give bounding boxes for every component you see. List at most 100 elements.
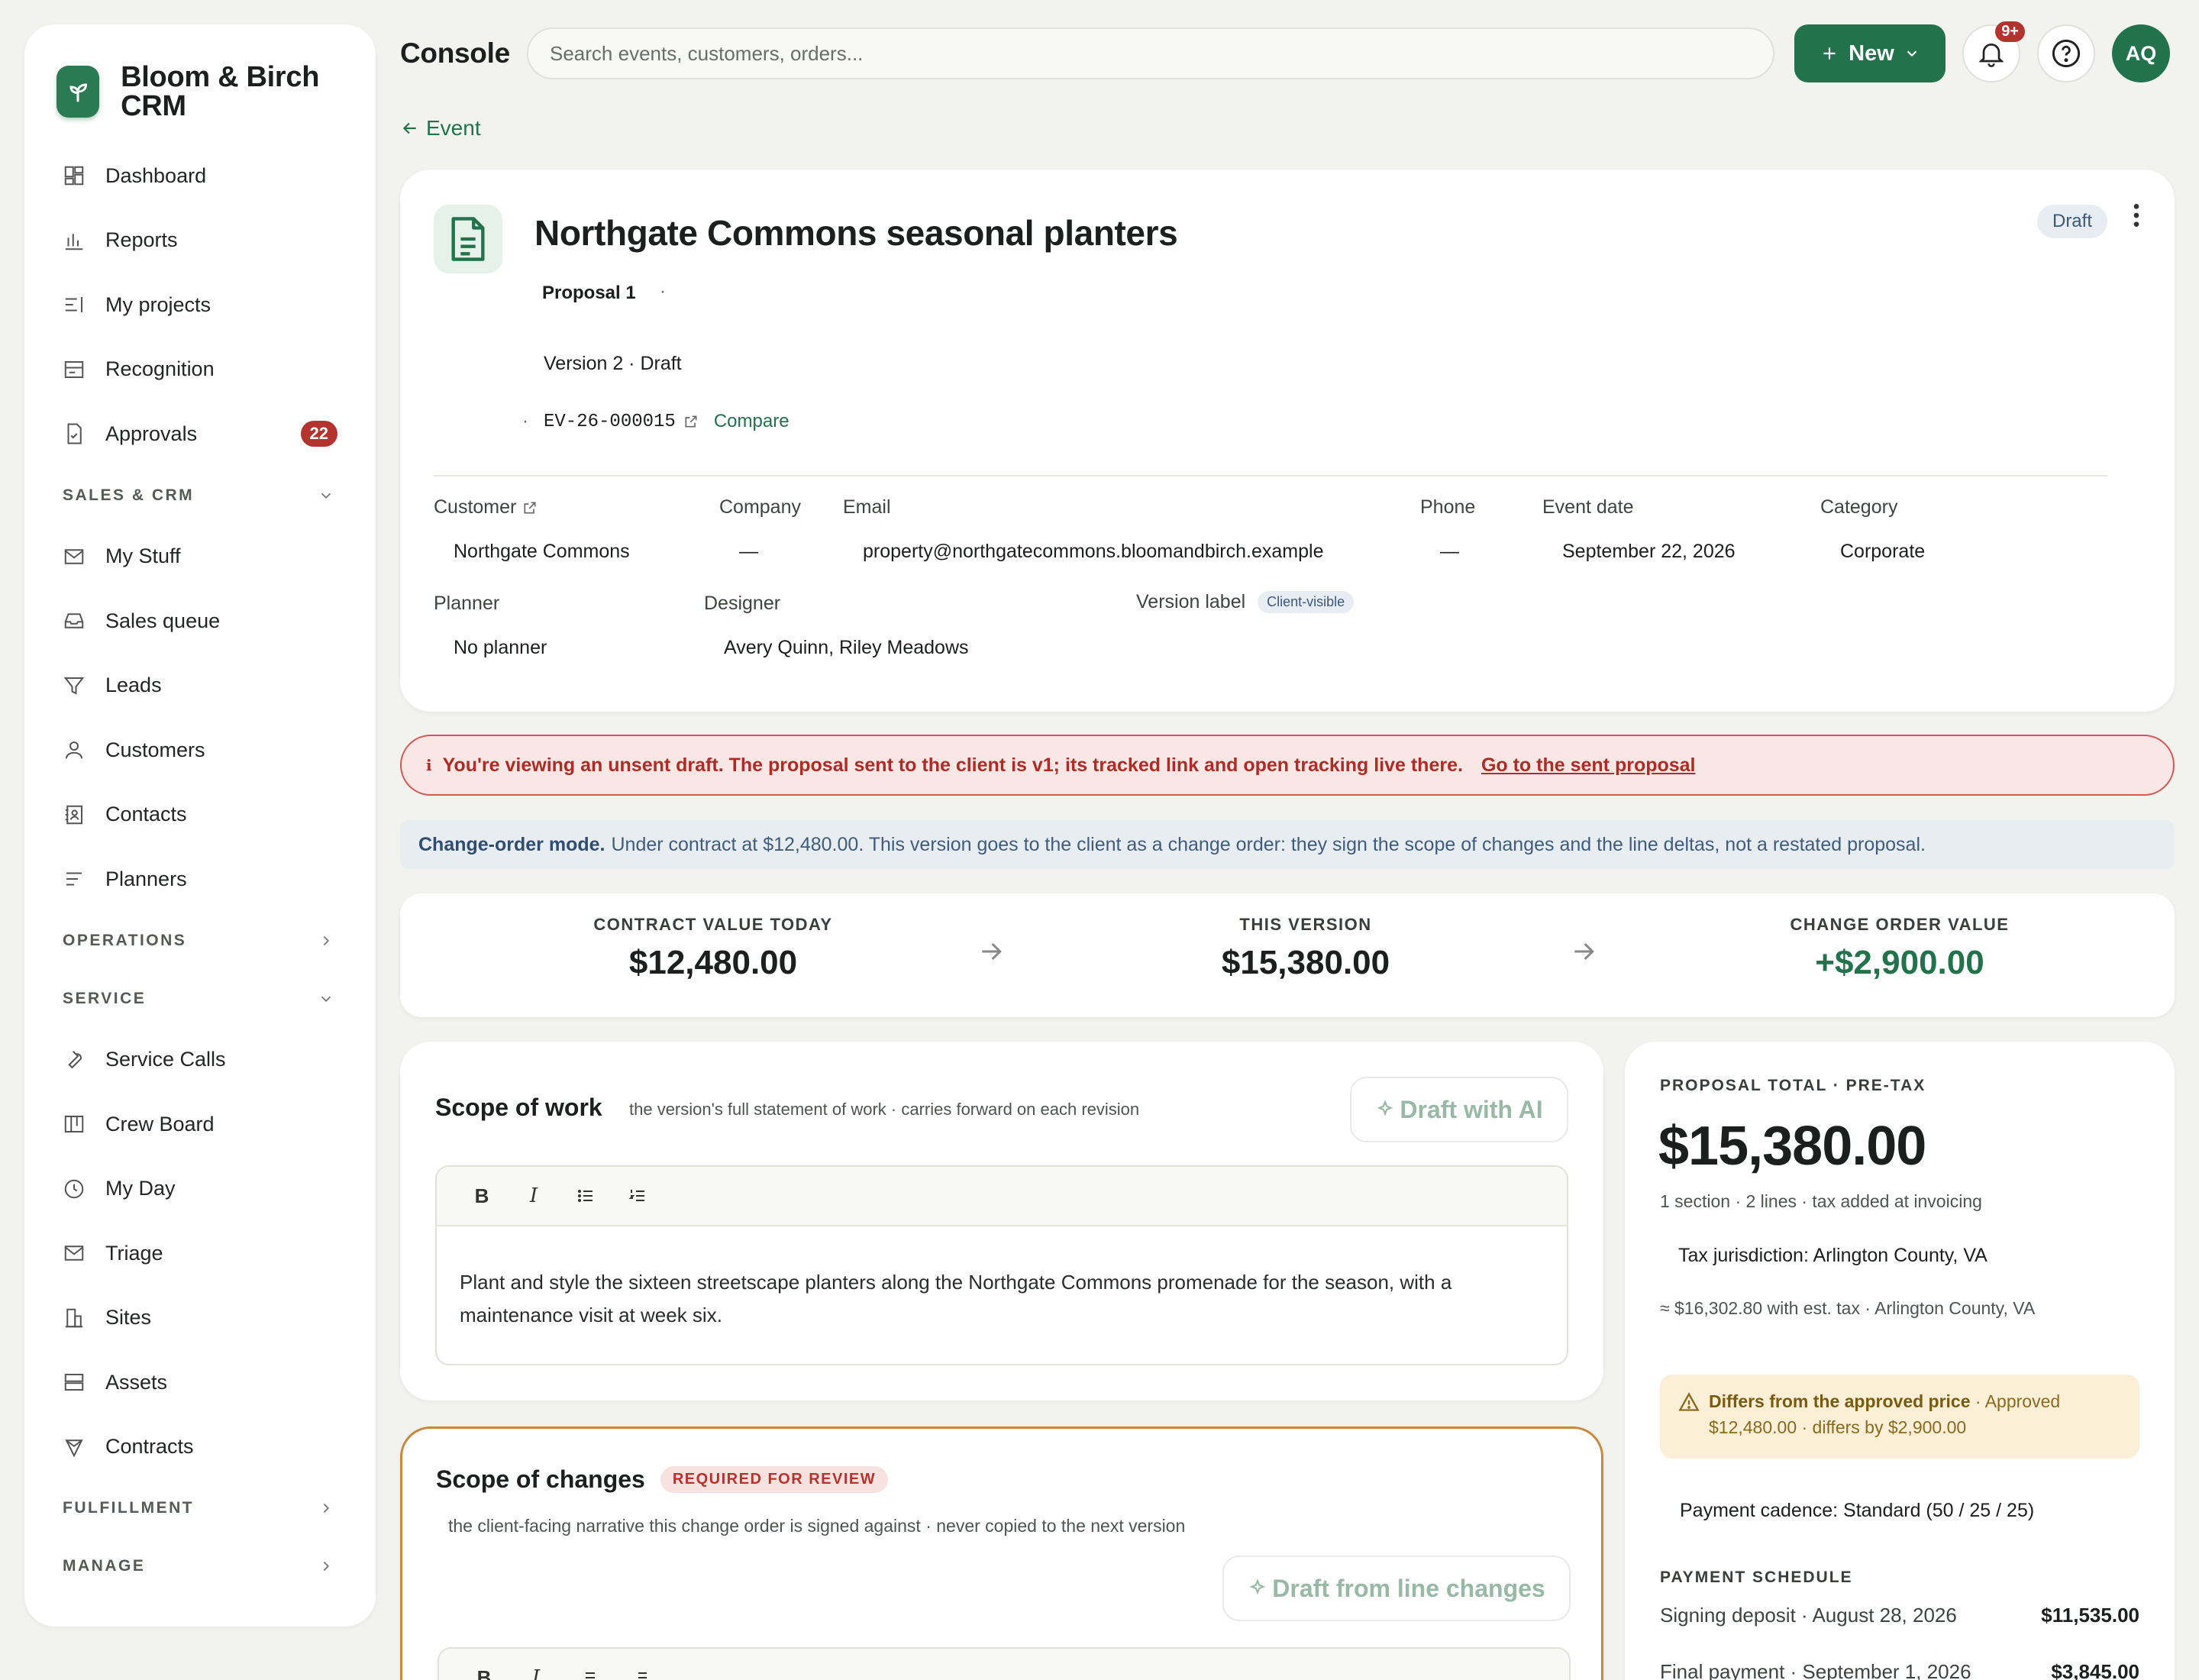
payment-label: Signing deposit · August 28, 2026 xyxy=(1660,1604,1957,1627)
italic-button[interactable]: I xyxy=(525,1666,547,1680)
sidebar-item-sales-queue[interactable]: Sales queue xyxy=(57,589,345,654)
section-service[interactable]: SERVICE xyxy=(57,970,345,1028)
sidebar-item-crew-board[interactable]: Crew Board xyxy=(57,1092,345,1157)
event-date-value[interactable]: September 22, 2026 xyxy=(1562,541,1736,563)
plus-icon xyxy=(1823,47,1836,60)
notification-count-badge: 9+ xyxy=(1995,21,2025,42)
bullet-list-button[interactable] xyxy=(574,1187,597,1205)
planner-value[interactable]: No planner xyxy=(454,637,547,659)
version-selector[interactable]: Version 2 · Draft xyxy=(544,353,682,375)
chevron-down-icon xyxy=(321,493,331,499)
sidebar-item-my-stuff[interactable]: My Stuff xyxy=(57,525,345,590)
sidebar-item-label: Sites xyxy=(105,1306,152,1329)
more-options-icon[interactable] xyxy=(2129,200,2144,231)
search-input[interactable]: Search events, customers, orders... xyxy=(527,27,1774,79)
sidebar-item-recognition[interactable]: Recognition xyxy=(57,338,345,402)
bold-button[interactable]: B xyxy=(470,1184,493,1208)
contract-value-label: CONTRACT VALUE TODAY xyxy=(593,915,833,934)
section-manage[interactable]: MANAGE xyxy=(57,1537,345,1595)
sidebar-item-label: Approvals xyxy=(105,422,198,445)
numbered-list-button[interactable] xyxy=(628,1669,651,1680)
list-icon xyxy=(61,292,87,318)
new-button[interactable]: New xyxy=(1794,24,1946,82)
back-link[interactable]: Event xyxy=(400,116,481,141)
user-avatar[interactable]: AQ xyxy=(2112,24,2170,82)
numbered-list-icon xyxy=(628,1190,644,1201)
approvals-count-badge: 22 xyxy=(300,421,337,447)
italic-button[interactable]: I xyxy=(522,1184,545,1207)
sidebar-item-label: Customers xyxy=(105,738,205,761)
planner-label: Planner xyxy=(434,593,500,614)
scope-of-work-editor[interactable]: B I Plant and style the sixteen streetsc… xyxy=(435,1165,1568,1365)
category-value[interactable]: Corporate xyxy=(1840,541,1925,563)
bullet-list-button[interactable] xyxy=(576,1669,599,1680)
payment-cadence-select[interactable]: Payment cadence: Standard (50 / 25 / 25) xyxy=(1680,1500,2034,1522)
designer-value[interactable]: Avery Quinn, Riley Meadows xyxy=(724,637,969,659)
event-code-link[interactable]: EV-26-000015 xyxy=(544,412,676,432)
section-operations[interactable]: OPERATIONS xyxy=(57,912,345,970)
top-bar: Console Search events, customers, orders… xyxy=(400,21,2175,82)
sidebar-item-service-calls[interactable]: Service Calls xyxy=(57,1028,345,1093)
section-sales-crm[interactable]: SALES & CRM xyxy=(57,467,345,525)
notifications-button[interactable]: 9+ xyxy=(1962,21,2025,82)
bold-button[interactable]: B xyxy=(473,1666,496,1680)
go-to-sent-proposal-link[interactable]: Go to the sent proposal xyxy=(1481,754,1696,777)
proposal-selector[interactable]: Proposal 1 xyxy=(542,283,636,304)
sidebar-item-approvals[interactable]: Approvals 22 xyxy=(57,402,345,467)
sidebar-item-contacts[interactable]: Contacts xyxy=(57,783,345,848)
proposal-total-value: $15,380.00 xyxy=(1658,1116,1926,1177)
contract-value-block: CONTRACT VALUE TODAY $12,480.00 xyxy=(522,915,904,982)
sparkle-icon xyxy=(1377,1100,1393,1116)
sidebar-item-my-projects[interactable]: My projects xyxy=(57,273,345,338)
this-version-block: THIS VERSION $15,380.00 xyxy=(1115,915,1497,982)
sidebar-item-label: Service Calls xyxy=(105,1048,226,1071)
section-label: FULFILLMENT xyxy=(63,1499,195,1517)
section-fulfillment[interactable]: FULFILLMENT xyxy=(57,1479,345,1537)
section-label: SALES & CRM xyxy=(63,486,195,504)
phone-label: Phone xyxy=(1420,496,1476,518)
lines-icon xyxy=(61,866,87,892)
arrow-right-icon xyxy=(1574,942,1594,961)
price-difference-heading: Differs from the approved price xyxy=(1709,1391,1971,1411)
draft-from-line-changes-button[interactable]: Draft from line changes xyxy=(1222,1556,1571,1621)
payment-amount: $3,845.00 xyxy=(2051,1660,2139,1680)
draft-with-ai-button[interactable]: Draft with AI xyxy=(1350,1077,1568,1142)
compare-link[interactable]: Compare xyxy=(714,411,790,432)
funnel-icon xyxy=(61,673,87,699)
change-order-notice: Change-order mode. Under contract at $12… xyxy=(400,820,2175,869)
storage-icon xyxy=(61,1369,87,1395)
email-value[interactable]: property@northgatecommons.bloomandbirch.… xyxy=(863,541,1323,563)
sidebar-item-dashboard[interactable]: Dashboard xyxy=(57,144,345,208)
help-button[interactable] xyxy=(2037,24,2095,82)
proposal-total-label: PROPOSAL TOTAL · PRE-TAX xyxy=(1660,1077,1926,1094)
sidebar-item-planners[interactable]: Planners xyxy=(57,847,345,912)
arrow-left-icon xyxy=(402,122,416,134)
editor-toolbar: B I xyxy=(437,1167,1567,1226)
scope-of-changes-editor[interactable]: B I xyxy=(438,1647,1571,1680)
customer-value[interactable]: Northgate Commons xyxy=(454,541,630,563)
clock-icon xyxy=(61,1176,87,1202)
sidebar-item-reports[interactable]: Reports xyxy=(57,208,345,273)
sidebar-item-label: Assets xyxy=(105,1370,168,1394)
person-icon xyxy=(61,737,87,763)
scope-of-changes-subtitle: the client-facing narrative this change … xyxy=(448,1516,1186,1536)
sidebar-item-leads[interactable]: Leads xyxy=(57,654,345,719)
external-link-icon[interactable] xyxy=(522,500,538,515)
sidebar-item-assets[interactable]: Assets xyxy=(57,1350,345,1415)
sidebar-item-label: My Day xyxy=(105,1177,176,1200)
dashboard-icon xyxy=(61,163,87,189)
sidebar-item-customers[interactable]: Customers xyxy=(57,718,345,783)
sidebar-item-sites[interactable]: Sites xyxy=(57,1286,345,1351)
scope-of-work-text[interactable]: Plant and style the sixteen streetscape … xyxy=(437,1226,1567,1364)
brand[interactable]: Bloom & Birch CRM xyxy=(57,63,345,121)
company-value: — xyxy=(739,541,758,562)
card-icon xyxy=(61,357,87,383)
tax-jurisdiction-select[interactable]: Tax jurisdiction: Arlington County, VA xyxy=(1678,1245,1987,1267)
numbered-list-button[interactable] xyxy=(626,1187,649,1205)
bullet-list-icon xyxy=(578,1190,593,1202)
sidebar-item-my-day[interactable]: My Day xyxy=(57,1157,345,1222)
sparkle-icon xyxy=(1249,1578,1266,1595)
sidebar-item-contracts[interactable]: Contracts xyxy=(57,1415,345,1480)
brand-name: Bloom & Birch CRM xyxy=(121,61,320,122)
sidebar-item-triage[interactable]: Triage xyxy=(57,1221,345,1286)
